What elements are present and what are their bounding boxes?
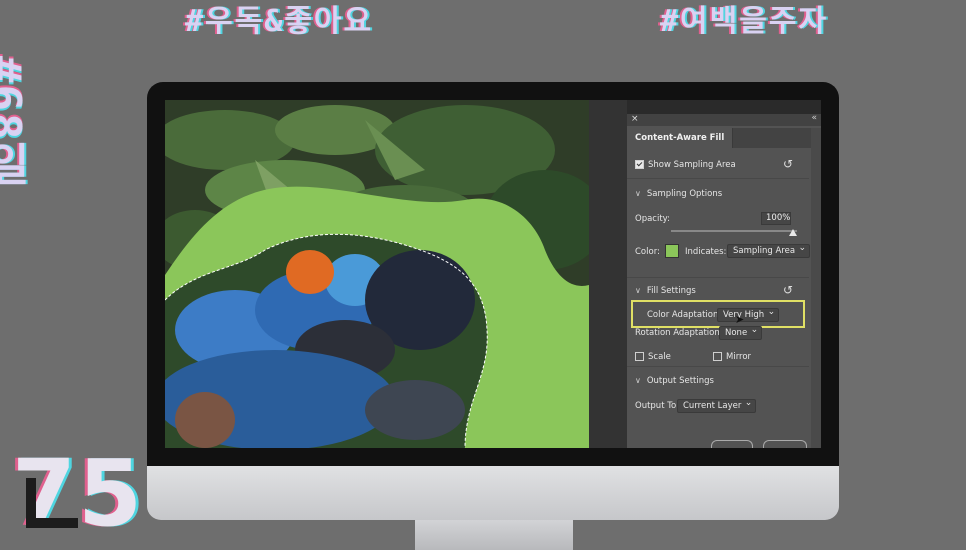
fill-settings-header[interactable]: ∨ Fill Settings	[635, 286, 696, 296]
monitor: × « Content-Aware Fill Show Sampling Are…	[147, 82, 839, 550]
monitor-chin	[147, 466, 839, 520]
show-sampling-area-checkbox[interactable]	[635, 160, 644, 169]
output-settings-label: Output Settings	[646, 376, 714, 386]
divider	[627, 277, 809, 278]
panel-scrollbar[interactable]	[811, 128, 821, 448]
show-sampling-area-row[interactable]: Show Sampling Area	[635, 160, 736, 170]
panel-titlebar: × «	[627, 113, 821, 126]
mouse-cursor-icon: ➤	[735, 313, 745, 326]
logo-mark-foot	[26, 518, 78, 528]
tab-content-aware-fill[interactable]: Content-Aware Fill	[627, 128, 734, 148]
chevron-down-icon: ∨	[635, 286, 641, 295]
content-aware-fill-panel: × « Content-Aware Fill Show Sampling Are…	[627, 113, 821, 448]
monitor-screen: × « Content-Aware Fill Show Sampling Are…	[165, 100, 821, 448]
canvas-image	[165, 100, 589, 448]
indicates-label: Indicates:	[685, 247, 727, 257]
mirror-checkbox[interactable]	[713, 352, 722, 361]
sampling-options-header[interactable]: ∨ Sampling Options	[635, 189, 722, 199]
fill-settings-label: Fill Settings	[646, 286, 696, 296]
color-swatch[interactable]	[665, 244, 679, 258]
glitch-hashtag-right: #여백을주자	[660, 4, 829, 39]
collapse-icon[interactable]: «	[811, 113, 817, 123]
scale-row[interactable]: Scale	[635, 352, 671, 362]
chevron-down-icon: ∨	[635, 376, 641, 385]
close-icon[interactable]: ×	[631, 114, 639, 124]
indicates-dropdown[interactable]: Sampling Area	[727, 242, 811, 258]
glitch-hashtag-left: #우독&좋아요	[185, 4, 374, 39]
scale-label: Scale	[648, 352, 671, 362]
reset-icon[interactable]: ↺	[783, 157, 793, 171]
output-to-dropdown[interactable]: Current Layer	[677, 397, 757, 413]
rotation-adaptation-dropdown[interactable]: None	[719, 324, 763, 340]
divider	[627, 178, 809, 179]
output-settings-header[interactable]: ∨ Output Settings	[635, 376, 714, 386]
document-canvas[interactable]	[165, 100, 589, 448]
reset-icon[interactable]: ↺	[783, 283, 793, 297]
opacity-input[interactable]: 100%	[761, 212, 791, 225]
opacity-label: Opacity:	[635, 214, 670, 224]
color-label: Color:	[635, 247, 660, 257]
glitch-side-text: #68일	[0, 56, 30, 188]
annotation-highlight-box	[631, 300, 805, 328]
canvas-pasteboard	[589, 100, 627, 448]
cancel-button[interactable]	[711, 440, 753, 448]
rotation-adaptation-label: Rotation Adaptation:	[635, 328, 723, 338]
ok-button[interactable]	[763, 440, 807, 448]
chevron-down-icon: ∨	[635, 189, 641, 198]
mirror-label: Mirror	[726, 352, 752, 362]
mirror-row[interactable]: Mirror	[713, 352, 751, 362]
show-sampling-area-label: Show Sampling Area	[648, 160, 736, 170]
divider	[627, 366, 809, 367]
opacity-slider-track[interactable]	[671, 230, 797, 232]
sampling-options-label: Sampling Options	[646, 189, 723, 199]
scale-checkbox[interactable]	[635, 352, 644, 361]
opacity-slider-thumb[interactable]	[789, 229, 797, 236]
output-to-label: Output To:	[635, 401, 680, 411]
monitor-stand	[415, 520, 573, 550]
